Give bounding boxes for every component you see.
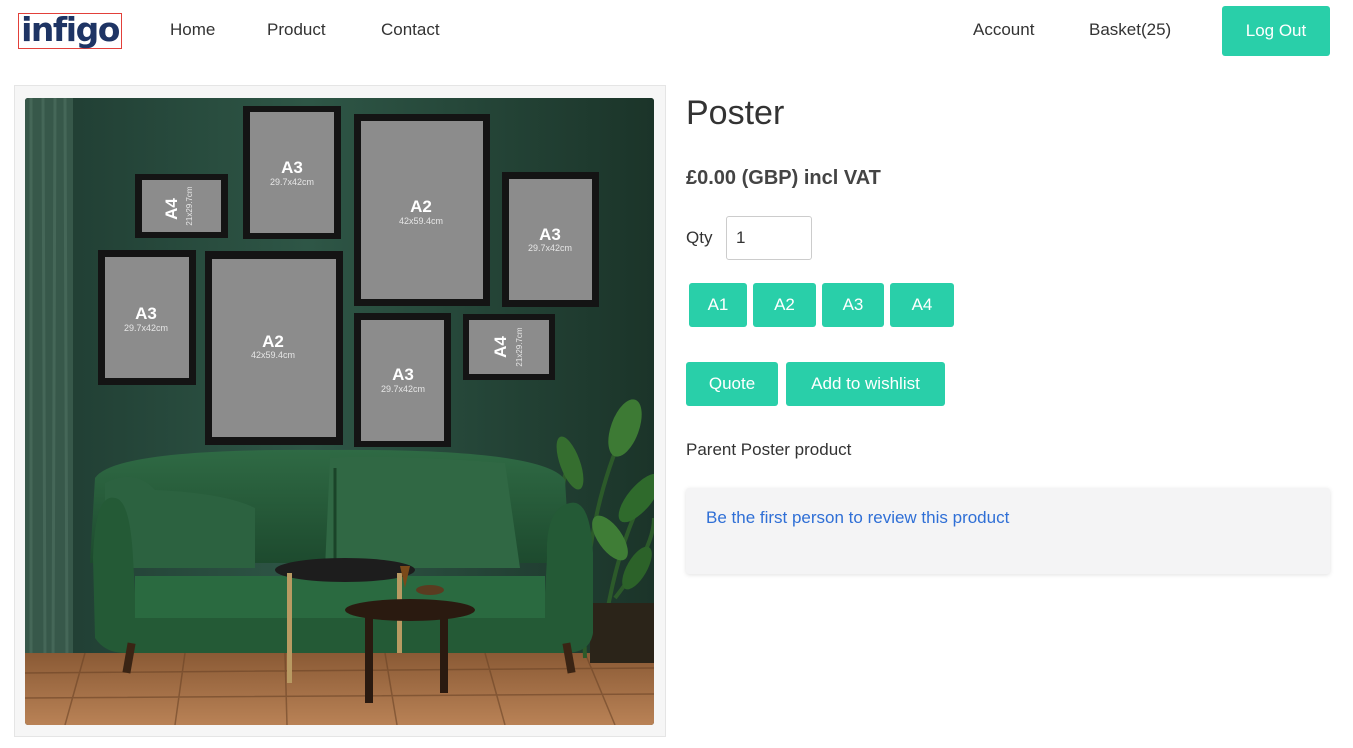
review-box: Be the first person to review this produ… [686,488,1330,574]
frame-label-dims: 29.7x42cm [124,323,168,333]
floor [25,653,654,725]
frame-label-size: A4 [491,336,510,358]
frame-label-dims: 42x59.4cm [399,216,443,226]
frame-label-dims: 21x29.7cm [185,186,194,225]
living-room-poster-mockup-image: A4 21x29.7cm A3 29.7x42cm A2 42x59.4cm A… [25,98,654,725]
account-link[interactable]: Account [973,19,1034,41]
nav-home-link[interactable]: Home [170,19,215,41]
frame-label-dims: 29.7x42cm [381,384,425,394]
product-price: £0.00 (GBP) incl VAT [686,167,881,189]
frame-label-size: A2 [410,197,432,216]
frame-label-dims: 42x59.4cm [251,350,295,360]
frame-label-size: A3 [135,304,157,323]
basket-link[interactable]: Basket(25) [1089,19,1171,41]
product-image[interactable]: A4 21x29.7cm A3 29.7x42cm A2 42x59.4cm A… [25,98,654,725]
infigo-logo[interactable]: infigo [18,10,122,49]
nav-product-link[interactable]: Product [267,19,326,41]
product-description: Parent Poster product [686,440,852,459]
size-a3-button[interactable]: A3 [822,283,884,327]
frame-label-size: A3 [281,158,303,177]
size-a2-button[interactable]: A2 [753,283,816,327]
frame-label-dims: 21x29.7cm [515,327,524,366]
qty-label: Qty [686,228,713,247]
frame-label-dims: 29.7x42cm [528,243,572,253]
frame-label-size: A3 [392,365,414,384]
write-review-link[interactable]: Be the first person to review this produ… [706,507,1009,529]
frame-label-size: A2 [262,332,284,351]
nav-contact-link[interactable]: Contact [381,19,440,41]
logo-text: infigo [21,10,120,49]
logout-button[interactable]: Log Out [1222,6,1330,56]
frame-label-dims: 29.7x42cm [270,177,314,187]
frame-label-size: A4 [162,198,181,220]
size-a4-button[interactable]: A4 [890,283,954,327]
site-header: infigo Home Product Contact Account Bask… [0,0,1353,62]
product-image-frame: A4 21x29.7cm A3 29.7x42cm A2 42x59.4cm A… [14,85,666,737]
qty-input[interactable] [726,216,812,260]
product-title: Poster [686,94,785,132]
size-a1-button[interactable]: A1 [689,283,747,327]
frame-a4-top-left [135,174,228,238]
quote-button[interactable]: Quote [686,362,778,406]
add-to-wishlist-button[interactable]: Add to wishlist [786,362,945,406]
frame-label-size: A3 [539,225,561,244]
